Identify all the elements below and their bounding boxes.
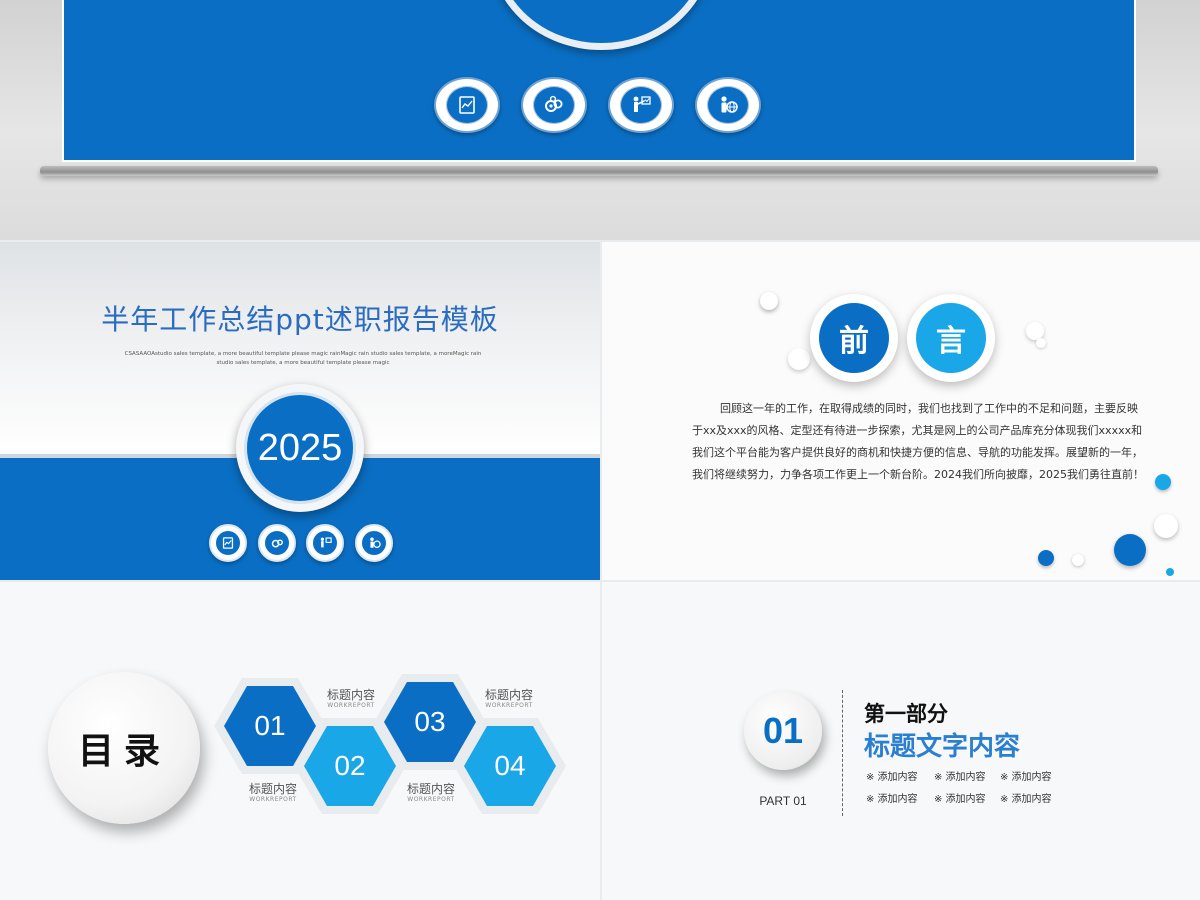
decor-bubble [788, 348, 810, 370]
toc-number-03: 03 [384, 682, 476, 762]
part-subtitle: 标题文字内容 [864, 732, 1021, 762]
year-text: 2025 [244, 392, 356, 504]
toc-label-04: 标题内容 [484, 688, 533, 702]
preface-char-1: 前 [819, 303, 889, 373]
toc-sub-03: WORKREPORT [407, 796, 455, 803]
decor-bubble [760, 292, 778, 310]
toc-sub-04: WORKREPORT [485, 702, 533, 709]
toc-number-04: 04 [464, 726, 556, 806]
part-item: ※ 添加内容 [1000, 794, 1052, 805]
toc-label-03: 标题内容 [406, 782, 455, 796]
preface-body: 回顾这一年的工作，在取得成绩的同时，我们也找到了工作中的不足和问题，主要反映于x… [692, 402, 1144, 481]
chart-document-icon [209, 524, 247, 562]
preface-char-circle-2: 言 [907, 294, 995, 382]
part-number: 01 [744, 692, 822, 770]
part-slide-preview: 01 PART 01 第一部分 标题文字内容 ※ 添加内容 ※ 添加内容 ※ 添… [602, 582, 1200, 900]
presenter-icon [608, 77, 674, 133]
part-item: ※ 添加内容 [934, 794, 986, 805]
presenter-icon [306, 524, 344, 562]
decor-bubble [1155, 474, 1171, 490]
part-item: ※ 添加内容 [866, 794, 918, 805]
title-slide-preview: 半年工作总结ppt述职报告模板 CSASAAOAstudio sales tem… [0, 242, 600, 580]
decor-bubble [1114, 534, 1146, 566]
gears-icon [521, 77, 587, 133]
slide-subtitle: CSASAAOAstudio sales template, a more be… [124, 351, 482, 366]
contents-heading: 目录 [48, 672, 200, 824]
user-globe-icon [695, 77, 761, 133]
banner-rail [40, 166, 1158, 176]
decor-bubble [1166, 568, 1174, 576]
preface-char-2: 言 [916, 303, 986, 373]
contents-slide-preview: 目录 01 标题内容 WORKREPORT 02 标题内容 WORKREPORT… [0, 582, 600, 900]
year-badge: 2025 [236, 384, 364, 512]
preface-slide-preview: 前 言 回顾这一年的工作，在取得成绩的同时，我们也找到了工作中的不足和问题，主要… [602, 242, 1200, 580]
gears-icon [258, 524, 296, 562]
user-globe-icon [355, 524, 393, 562]
part-item: ※ 添加内容 [866, 772, 918, 783]
part-divider [842, 690, 843, 816]
part-label: PART 01 [759, 794, 807, 808]
part-item: ※ 添加内容 [934, 772, 986, 783]
banner-slide-preview [0, 0, 1200, 240]
decor-bubble [1072, 554, 1084, 566]
toc-number-02: 02 [304, 726, 396, 806]
chart-document-icon [434, 77, 500, 133]
toc-label-02: 标题内容 [326, 688, 375, 702]
decor-bubble [1154, 514, 1178, 538]
slide-title: 半年工作总结ppt述职报告模板 [101, 303, 499, 336]
toc-sub-01: WORKREPORT [249, 796, 297, 803]
part-item: ※ 添加内容 [1000, 772, 1052, 783]
part-title: 第一部分 [864, 702, 948, 726]
decor-bubble [1036, 338, 1046, 348]
preface-char-circle-1: 前 [810, 294, 898, 382]
decor-bubble [1038, 550, 1054, 566]
